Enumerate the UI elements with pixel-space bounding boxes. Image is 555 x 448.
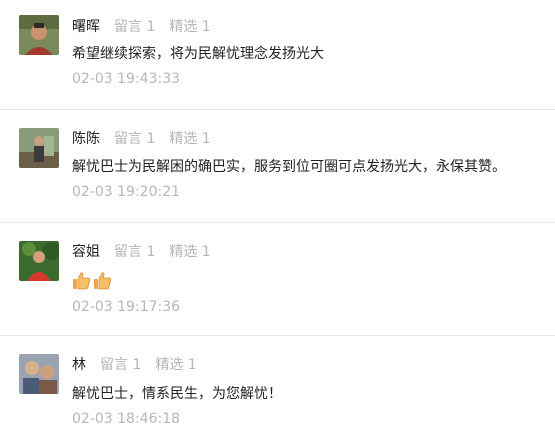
divider	[0, 222, 555, 223]
reply-count: 留言 1	[114, 131, 156, 147]
featured-count: 精选 1	[169, 131, 211, 147]
featured-count: 精选 1	[155, 357, 197, 373]
comment-text: 希望继续探索，将为民解忧理念发扬光大	[72, 46, 324, 62]
thumbs-up-icon	[72, 271, 92, 291]
featured-count: 精选 1	[169, 244, 211, 260]
comment-time: 02-03 19:17:36	[72, 299, 181, 315]
comment-time: 02-03 19:43:33	[72, 71, 181, 87]
thumbs-up-icon	[93, 271, 113, 291]
comment-time: 02-03 19:20:21	[72, 184, 181, 200]
comment-meta: 陈陈 留言 1 精选 1	[72, 130, 211, 148]
comment-text: 解忧巴士为民解困的确巴实，服务到位可圈可点发扬光大，永保其赞。	[72, 159, 506, 175]
nickname[interactable]: 陈陈	[72, 131, 100, 147]
comment-time: 02-03 18:46:18	[72, 411, 181, 427]
reply-count: 留言 1	[114, 244, 156, 260]
comment-item: 曙晖 留言 1 精选 1 希望继续探索，将为民解忧理念发扬光大 02-03 19:4…	[0, 0, 555, 112]
avatar[interactable]	[19, 15, 59, 55]
comment-item: 容姐 留言 1 精选 1 02-03 19:17:36	[0, 224, 555, 336]
divider	[0, 109, 555, 110]
avatar[interactable]	[19, 128, 59, 168]
avatar[interactable]	[19, 241, 59, 281]
comment-meta: 容姐 留言 1 精选 1	[72, 243, 211, 261]
featured-count: 精选 1	[169, 19, 211, 35]
nickname[interactable]: 容姐	[72, 244, 100, 260]
comment-item: 林留言 1 精选 1 解忧巴士，情系民生，为您解忧！ 02-03 18:46:18	[0, 336, 555, 448]
avatar[interactable]	[19, 354, 59, 394]
comment-emoji-row	[72, 271, 114, 291]
reply-count: 留言 1	[114, 19, 156, 35]
comment-text: 解忧巴士，情系民生，为您解忧！	[72, 386, 282, 402]
comment-item: 陈陈 留言 1 精选 1 解忧巴士为民解困的确巴实，服务到位可圈可点发扬光大，永保其…	[0, 112, 555, 224]
nickname[interactable]: 曙晖	[72, 19, 100, 35]
comment-meta: 林留言 1 精选 1	[72, 356, 197, 374]
nickname[interactable]: 林	[72, 357, 86, 373]
reply-count: 留言 1	[100, 357, 142, 373]
comment-meta: 曙晖 留言 1 精选 1	[72, 18, 211, 36]
